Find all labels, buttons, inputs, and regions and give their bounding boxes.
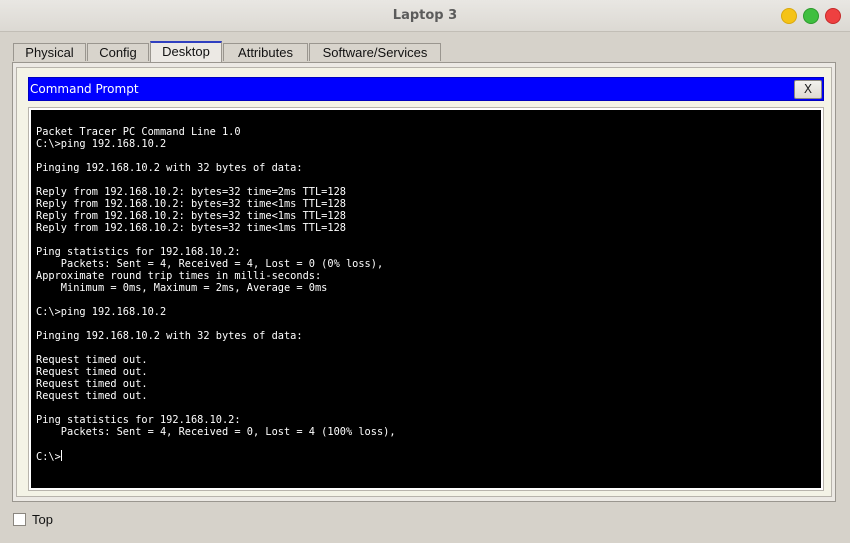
terminal-line: Reply from 192.168.10.2: bytes=32 time<1…: [36, 198, 346, 210]
terminal-lines: Packet Tracer PC Command Line 1.0 C:\>pin…: [36, 126, 396, 463]
terminal-output[interactable]: Packet Tracer PC Command Line 1.0 C:\>pin…: [31, 110, 821, 488]
terminal-line: Approximate round trip times in milli-se…: [36, 270, 322, 282]
terminal-line: Request timed out.: [36, 366, 148, 378]
tab-attributes[interactable]: Attributes: [223, 43, 308, 61]
terminal-line: C:\>ping 192.168.10.2: [36, 306, 167, 318]
command-prompt-close-button[interactable]: X: [794, 80, 822, 99]
terminal-line: Ping statistics for 192.168.10.2:: [36, 246, 241, 258]
terminal-line: Reply from 192.168.10.2: bytes=32 time<1…: [36, 222, 346, 234]
terminal-line: C:\>: [36, 450, 62, 463]
text-cursor: [60, 450, 62, 461]
top-checkbox-label: Top: [32, 512, 53, 527]
command-prompt-title: Command Prompt: [30, 82, 139, 96]
window-titlebar[interactable]: Laptop 3: [0, 0, 850, 32]
terminal-line: Pinging 192.168.10.2 with 32 bytes of da…: [36, 330, 303, 342]
top-checkbox[interactable]: [13, 513, 26, 526]
terminal-line: Packet Tracer PC Command Line 1.0: [36, 126, 241, 138]
tab-physical[interactable]: Physical: [13, 43, 86, 61]
command-prompt-frame: Command Prompt X Packet Tracer PC Comman…: [16, 67, 832, 497]
terminal-line: Request timed out.: [36, 390, 148, 402]
tab-config[interactable]: Config: [87, 43, 149, 61]
terminal-line: Request timed out.: [36, 354, 148, 366]
terminal-line: Pinging 192.168.10.2 with 32 bytes of da…: [36, 162, 303, 174]
tab-desktop[interactable]: Desktop: [150, 41, 222, 62]
terminal-line: Reply from 192.168.10.2: bytes=32 time<1…: [36, 210, 346, 222]
minimize-window-button[interactable]: [781, 8, 797, 24]
terminal-line: Packets: Sent = 4, Received = 4, Lost = …: [36, 258, 384, 270]
terminal-line: Ping statistics for 192.168.10.2:: [36, 414, 241, 426]
laptop-window: Laptop 3 Physical Config Desktop Attribu…: [0, 0, 850, 543]
tab-software-services[interactable]: Software/Services: [309, 43, 441, 61]
terminal-line: Reply from 192.168.10.2: bytes=32 time=2…: [36, 186, 346, 198]
window-title: Laptop 3: [392, 8, 458, 23]
terminal-line: Minimum = 0ms, Maximum = 2ms, Average = …: [36, 282, 328, 294]
maximize-window-button[interactable]: [803, 8, 819, 24]
terminal-line: C:\>ping 192.168.10.2: [36, 138, 167, 150]
terminal-line: Packets: Sent = 4, Received = 0, Lost = …: [36, 426, 396, 438]
close-window-button[interactable]: [825, 8, 841, 24]
terminal-border: Packet Tracer PC Command Line 1.0 C:\>pin…: [28, 107, 824, 491]
command-prompt-titlebar: Command Prompt X: [28, 77, 824, 101]
desktop-panel: Command Prompt X Packet Tracer PC Comman…: [12, 62, 836, 502]
terminal-line: Request timed out.: [36, 378, 148, 390]
